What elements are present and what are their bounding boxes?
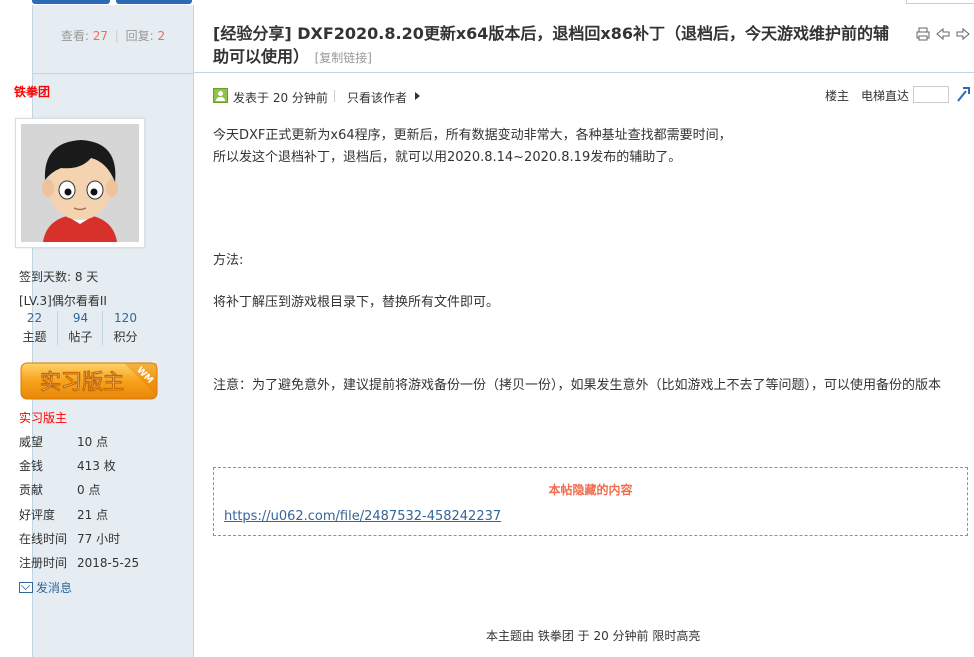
count-label: 帖子 [68, 330, 93, 344]
avatar-image [21, 124, 139, 242]
posts-count[interactable]: 94 帖子 [57, 311, 103, 345]
count-label: 积分 [113, 330, 138, 344]
prop-key: 在线时间 [19, 532, 68, 546]
prop-contribution: 贡献 0 点 [19, 481, 100, 498]
hidden-content-title: 本帖隐藏的内容 [548, 483, 633, 497]
points-count[interactable]: 120 积分 [102, 311, 148, 345]
prop-value: 77 小时 [77, 532, 121, 546]
prop-value: 0 点 [77, 483, 101, 497]
badge-graphic-icon: 实习版主 WM [20, 362, 158, 400]
prop-key: 贡献 [19, 483, 44, 497]
download-link[interactable]: https://u062.com/file/2487532-458242237 [224, 509, 501, 524]
prop-value: 10 点 [77, 435, 109, 449]
send-message-label: 发消息 [36, 581, 73, 595]
sidebar-divider [33, 73, 193, 74]
content-paragraph: 方法: [213, 253, 244, 268]
count-label: 主题 [22, 330, 47, 344]
user-role: 实习版主 [19, 411, 68, 425]
views-label: 查看: [60, 29, 89, 43]
post-time: 发表于 20 分钟前 [233, 91, 328, 105]
signin-days: 签到天数: 8 天 [19, 270, 99, 284]
info-separator [334, 90, 335, 102]
next-thread-icon[interactable] [955, 27, 971, 43]
title-divider [193, 72, 974, 73]
author-username[interactable]: 铁拳团 [14, 83, 50, 100]
copy-link-button[interactable]: [复制链接] [315, 51, 372, 65]
thread-title: [经验分享] DXF2020.8.20更新x64版本后，退档回x86补丁（退档后… [213, 22, 893, 70]
views-count: 27 [92, 29, 108, 43]
only-author-link[interactable]: 只看该作者 [347, 89, 407, 106]
print-icon[interactable] [915, 27, 931, 43]
content-paragraph: 注意：为了避免意外，建议提前将游戏备份一份（拷贝一份），如果发生意外（比如游戏上… [213, 378, 942, 393]
content-paragraph: 所以发这个退档补丁，退档后，就可以用2020.8.14~2020.8.19发布的… [213, 150, 682, 165]
svg-text:实习版主: 实习版主 [40, 370, 124, 394]
top-nav-button[interactable] [32, 0, 110, 4]
replies-label: 回复: [125, 29, 154, 43]
previous-thread-icon[interactable] [935, 27, 951, 43]
post-info-bar: 发表于 20 分钟前 只看该作者 楼主 电梯直达 [213, 85, 973, 106]
mail-icon [19, 582, 33, 593]
user-level[interactable]: [LV.3]偶尔看看II [19, 292, 107, 309]
count-value: 94 [72, 311, 89, 325]
count-value: 120 [114, 311, 137, 325]
avatar-cartoon-icon [21, 124, 139, 242]
top-nav-button[interactable] [116, 0, 192, 4]
prop-money: 金钱 413 枚 [19, 457, 116, 474]
user-counts: 22 主题 94 帖子 120 积分 [12, 311, 148, 345]
title-toolbar [915, 27, 971, 43]
highlight-note: 本主题由 铁拳团 于 20 分钟前 限时高亮 [486, 629, 701, 643]
prop-prestige: 威望 10 点 [19, 433, 108, 450]
prop-value: 21 点 [77, 508, 109, 522]
hidden-content-box: 本帖隐藏的内容 https://u062.com/file/2487532-45… [213, 467, 968, 536]
elevator-input[interactable] [913, 86, 949, 103]
stats-separator: | [114, 29, 119, 43]
top-search-box[interactable] [906, 0, 974, 4]
prop-value: 2018-5-25 [77, 556, 140, 570]
avatar[interactable] [15, 118, 145, 248]
prop-key: 好评度 [19, 508, 56, 522]
moderator-badge: 实习版主 WM [20, 360, 158, 400]
content-paragraph: 将补丁解压到游戏根目录下，替换所有文件即可。 [213, 295, 500, 310]
prop-key: 威望 [19, 435, 44, 449]
replies-count: 2 [157, 29, 166, 43]
thread-stats: 查看: 27 | 回复: 2 [33, 27, 193, 44]
prop-key: 金钱 [19, 459, 44, 473]
prop-register-date: 注册时间 2018-5-25 [19, 554, 139, 571]
arrow-right-icon [415, 92, 420, 100]
count-value: 22 [26, 311, 43, 325]
elevator-go-icon[interactable] [955, 85, 971, 103]
elevator-label: 电梯直达 [861, 89, 910, 103]
prop-key: 注册时间 [19, 556, 68, 570]
send-message-link[interactable]: 发消息 [19, 579, 72, 596]
floor-label: 楼主 [825, 89, 850, 103]
topics-count[interactable]: 22 主题 [12, 311, 57, 345]
prop-online-time: 在线时间 77 小时 [19, 530, 120, 547]
online-user-icon [213, 88, 228, 103]
prop-rating: 好评度 21 点 [19, 506, 108, 523]
content-paragraph: 今天DXF正式更新为x64程序，更新后，所有数据变动非常大，各种基址查找都需要时… [213, 128, 732, 143]
thread-title-area: [经验分享] DXF2020.8.20更新x64版本后，退档回x86补丁（退档后… [193, 5, 974, 72]
prop-value: 413 枚 [77, 459, 116, 473]
